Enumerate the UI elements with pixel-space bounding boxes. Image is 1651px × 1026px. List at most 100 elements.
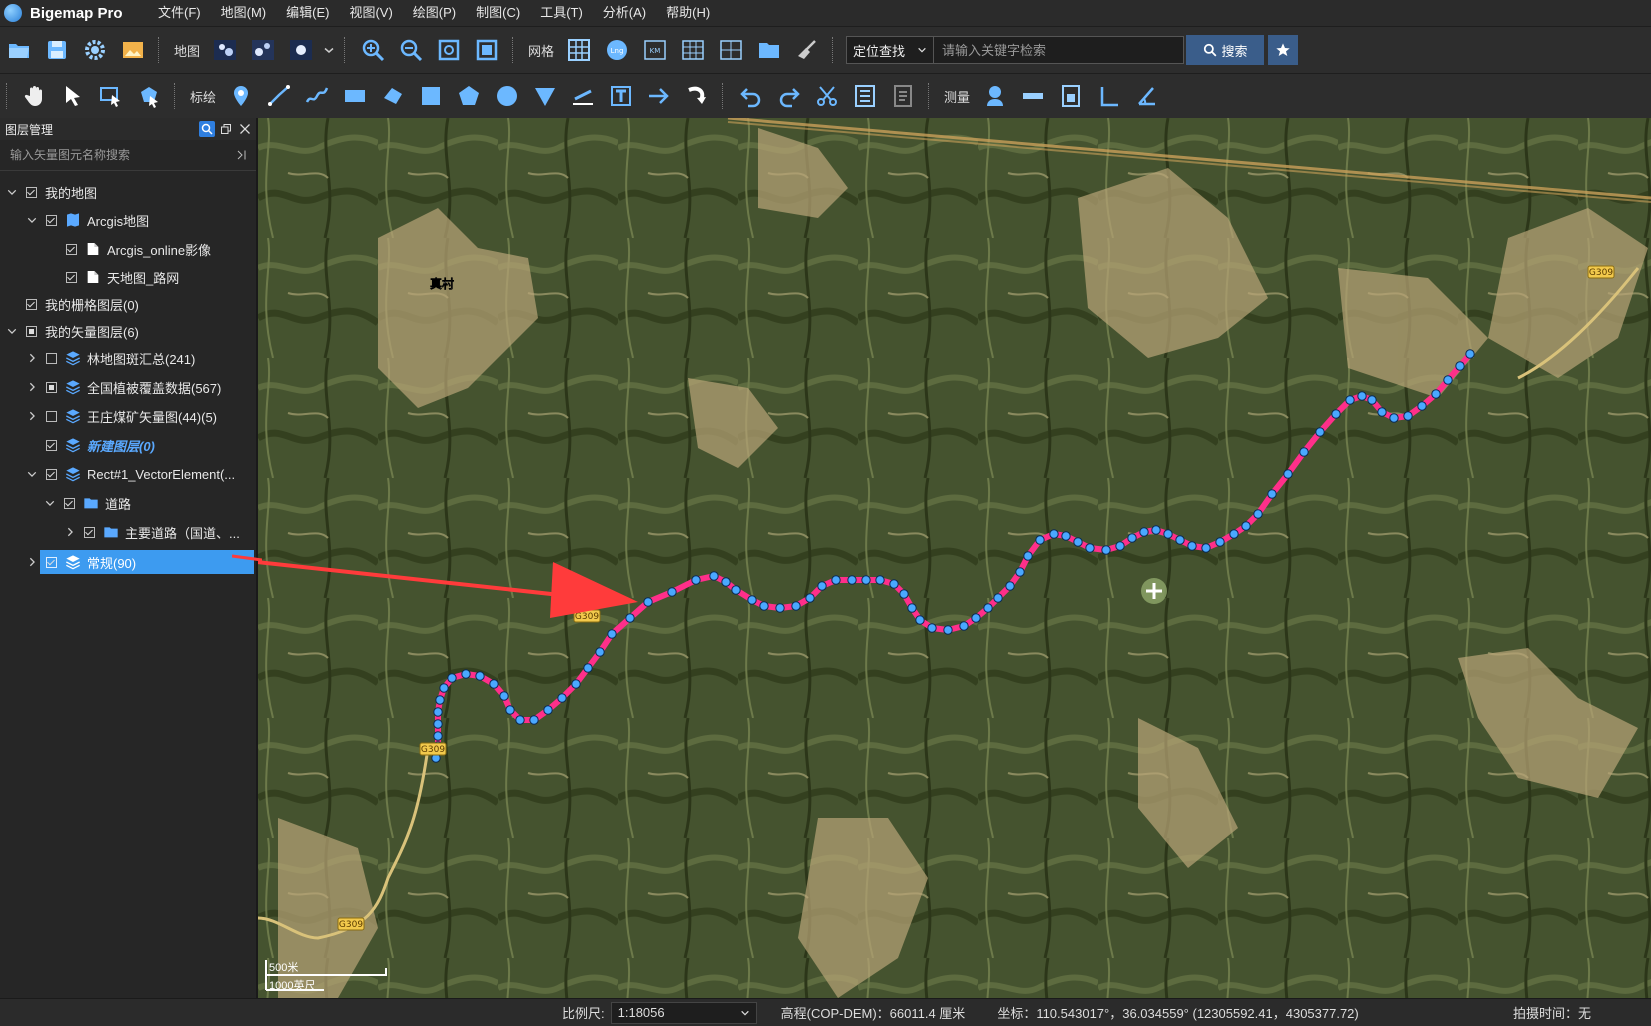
route-vertex[interactable] bbox=[1455, 361, 1465, 371]
tree-node-coal-mine[interactable]: 王庄煤矿矢量图(44)(5) bbox=[0, 402, 278, 430]
pan-button[interactable] bbox=[19, 80, 51, 112]
panel-search-button[interactable] bbox=[199, 121, 215, 137]
menu-edit[interactable]: 编辑(E) bbox=[276, 0, 339, 26]
measure-angle-button[interactable] bbox=[1093, 80, 1125, 112]
draw-marker-button[interactable] bbox=[225, 80, 257, 112]
undo-button[interactable] bbox=[735, 80, 767, 112]
route-vertex[interactable] bbox=[875, 575, 885, 585]
route-vertex[interactable] bbox=[721, 577, 731, 587]
draw-freehand-button[interactable] bbox=[301, 80, 333, 112]
locate-select[interactable]: 定位查找 bbox=[846, 36, 935, 64]
zoom-out-button[interactable] bbox=[395, 34, 427, 66]
chevron-right-icon[interactable] bbox=[24, 554, 40, 570]
route-vertex[interactable] bbox=[433, 731, 443, 741]
tree-node-forest-patches[interactable]: 林地图斑汇总(241) bbox=[0, 344, 278, 372]
tree-checkbox[interactable] bbox=[66, 271, 77, 283]
map-source-2-button[interactable] bbox=[247, 34, 279, 66]
route-vertex[interactable] bbox=[1035, 535, 1045, 545]
route-vertex[interactable] bbox=[791, 601, 801, 611]
route-vertex[interactable] bbox=[583, 663, 593, 673]
tree-checkbox[interactable] bbox=[46, 468, 57, 480]
collapse-panel-icon[interactable] bbox=[236, 149, 248, 161]
route-vertex[interactable] bbox=[1115, 541, 1125, 551]
route-vertex[interactable] bbox=[971, 613, 981, 623]
select-button[interactable] bbox=[57, 80, 89, 112]
chevron-down-icon[interactable] bbox=[24, 212, 40, 228]
measure-point-button[interactable] bbox=[979, 80, 1011, 112]
route-vertex[interactable] bbox=[1005, 581, 1015, 591]
lonlat-grid-button[interactable]: Lng bbox=[601, 34, 633, 66]
tree-node-rect-vector[interactable]: Rect#1_VectorElement(... bbox=[0, 460, 278, 488]
tree-checkbox[interactable] bbox=[64, 497, 75, 509]
route-vertex[interactable] bbox=[489, 679, 499, 689]
tree-node-vector-layers[interactable]: 我的矢量图层(6) bbox=[0, 317, 258, 345]
tree-node-arcgis-map[interactable]: Arcgis地图 bbox=[0, 206, 278, 234]
route-vertex[interactable] bbox=[983, 603, 993, 613]
route-vertex[interactable] bbox=[1073, 537, 1083, 547]
full-extent-button[interactable] bbox=[471, 34, 503, 66]
nm-grid-button[interactable] bbox=[677, 34, 709, 66]
draw-line-button[interactable] bbox=[263, 80, 295, 112]
draw-circle-button[interactable] bbox=[491, 80, 523, 112]
route-vertex[interactable] bbox=[907, 603, 917, 613]
route-vertex[interactable] bbox=[1229, 529, 1239, 539]
draw-arrow-button[interactable] bbox=[643, 80, 675, 112]
draw-text-button[interactable] bbox=[605, 80, 637, 112]
menu-map[interactable]: 地图(M) bbox=[211, 0, 277, 26]
tree-node-normal[interactable]: 常规(90) bbox=[0, 548, 254, 576]
route-vertex[interactable] bbox=[1241, 521, 1251, 531]
tree-checkbox[interactable] bbox=[26, 186, 37, 198]
mgrs-grid-button[interactable] bbox=[715, 34, 747, 66]
open-folder-button[interactable] bbox=[3, 34, 35, 66]
chevron-down-icon[interactable] bbox=[4, 184, 20, 200]
route-vertex[interactable] bbox=[1101, 545, 1111, 555]
route-vertex[interactable] bbox=[557, 693, 567, 703]
route-vertex[interactable] bbox=[1345, 395, 1355, 405]
route-vertex[interactable] bbox=[595, 647, 605, 657]
chevron-down-icon[interactable] bbox=[24, 466, 40, 482]
route-vertex[interactable] bbox=[439, 683, 449, 693]
map-view[interactable]: G309 G309 G309 G309 真村 bbox=[258, 118, 1651, 998]
draw-rect-button[interactable] bbox=[339, 80, 371, 112]
route-vertex[interactable] bbox=[1175, 535, 1185, 545]
route-vertex[interactable] bbox=[1315, 427, 1325, 437]
chevron-right-icon[interactable] bbox=[24, 379, 40, 395]
tree-checkbox[interactable] bbox=[84, 526, 95, 538]
tree-checkbox[interactable] bbox=[26, 325, 37, 337]
route-vertex[interactable] bbox=[515, 715, 525, 725]
draw-freeform-button[interactable] bbox=[377, 80, 409, 112]
tree-checkbox[interactable] bbox=[46, 410, 57, 422]
route-vertex[interactable] bbox=[831, 575, 841, 585]
tree-node-my-map[interactable]: 我的地图 bbox=[0, 178, 258, 206]
menu-analysis[interactable]: 分析(A) bbox=[593, 0, 656, 26]
route-vertex[interactable] bbox=[709, 571, 719, 581]
route-vertex[interactable] bbox=[1357, 391, 1367, 401]
chevron-right-icon[interactable] bbox=[62, 524, 78, 540]
route-vertex[interactable] bbox=[993, 593, 1003, 603]
polygon-select-button[interactable] bbox=[133, 80, 165, 112]
draw-square-button[interactable] bbox=[415, 80, 447, 112]
tree-node-raster-layers[interactable]: 我的栅格图层(0) bbox=[0, 290, 274, 318]
route-vertex[interactable] bbox=[1023, 551, 1033, 561]
route-vertex[interactable] bbox=[571, 679, 581, 689]
route-vertex[interactable] bbox=[775, 603, 785, 613]
draw-dimension-button[interactable] bbox=[567, 80, 599, 112]
route-vertex[interactable] bbox=[1253, 509, 1263, 519]
route-vertex[interactable] bbox=[607, 629, 617, 639]
panel-float-button[interactable] bbox=[218, 121, 234, 137]
route-vertex[interactable] bbox=[435, 695, 445, 705]
route-vertex[interactable] bbox=[1403, 411, 1413, 421]
route-vertex[interactable] bbox=[1201, 543, 1211, 553]
redo-button[interactable] bbox=[773, 80, 805, 112]
chevron-down-icon[interactable] bbox=[42, 495, 58, 511]
route-vertex[interactable] bbox=[433, 707, 443, 717]
route-vertex[interactable] bbox=[847, 575, 857, 585]
image-button[interactable] bbox=[117, 34, 149, 66]
tree-checkbox[interactable] bbox=[46, 214, 57, 226]
tree-checkbox[interactable] bbox=[26, 298, 37, 310]
cut-button[interactable] bbox=[811, 80, 843, 112]
favorite-button[interactable] bbox=[1268, 35, 1299, 65]
route-vertex[interactable] bbox=[625, 613, 635, 623]
panel-close-button[interactable] bbox=[237, 121, 253, 137]
route-vertex[interactable] bbox=[747, 595, 757, 605]
